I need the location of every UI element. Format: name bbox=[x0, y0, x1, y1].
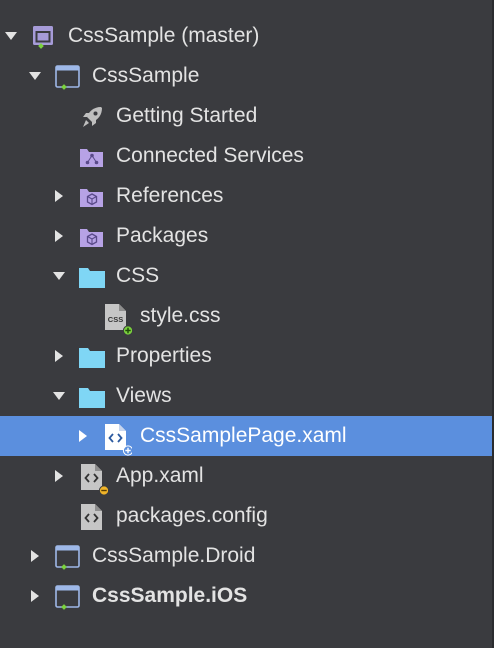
solution-tree: CssSample (master) CssSample Getting Sta… bbox=[0, 0, 492, 648]
folder-icon bbox=[78, 263, 106, 291]
disclosure-collapsed-icon[interactable] bbox=[76, 428, 90, 444]
references-icon bbox=[78, 183, 106, 211]
tree-row-label: CssSample bbox=[92, 64, 200, 87]
tree-row-csssamplepage-xaml[interactable]: CssSamplePage.xaml bbox=[0, 416, 492, 456]
tree-row-getting-started[interactable]: Getting Started bbox=[0, 96, 492, 136]
tree-row-views[interactable]: Views bbox=[0, 376, 492, 416]
css-file-icon: CSS bbox=[102, 303, 132, 336]
disclosure-expanded-icon[interactable] bbox=[4, 28, 18, 44]
tree-row-label: CssSample (master) bbox=[68, 24, 260, 47]
tree-row-label: Getting Started bbox=[116, 104, 258, 127]
config-file-icon bbox=[78, 503, 106, 531]
xaml-file-icon bbox=[102, 423, 132, 456]
tree-row-label: Connected Services bbox=[116, 144, 304, 167]
tree-row-label: App.xaml bbox=[116, 464, 204, 487]
disclosure-collapsed-icon[interactable] bbox=[52, 468, 66, 484]
tree-row-label: CssSample.Droid bbox=[92, 544, 256, 567]
tree-row-project-ios[interactable]: CssSample.iOS bbox=[0, 576, 492, 616]
tree-row-label: References bbox=[116, 184, 224, 207]
disclosure-collapsed-icon[interactable] bbox=[28, 588, 42, 604]
tree-row-project-droid[interactable]: CssSample.Droid bbox=[0, 536, 492, 576]
tree-row-label: style.css bbox=[140, 304, 221, 327]
tree-row-style-css[interactable]: CSS style.css bbox=[0, 296, 492, 336]
tree-row-packages[interactable]: Packages bbox=[0, 216, 492, 256]
project-icon bbox=[54, 63, 82, 91]
tree-row-label: CssSample.iOS bbox=[92, 584, 248, 607]
disclosure-collapsed-icon[interactable] bbox=[52, 188, 66, 204]
disclosure-collapsed-icon[interactable] bbox=[52, 228, 66, 244]
tree-row-references[interactable]: References bbox=[0, 176, 492, 216]
tree-row-label: Views bbox=[116, 384, 172, 407]
packages-icon bbox=[78, 223, 106, 251]
solution-icon bbox=[30, 23, 58, 51]
tree-row-solution[interactable]: CssSample (master) bbox=[0, 16, 492, 56]
tree-row-packages-config[interactable]: packages.config bbox=[0, 496, 492, 536]
css-file-badge: CSS bbox=[108, 315, 123, 324]
disclosure-collapsed-icon[interactable] bbox=[28, 548, 42, 564]
tree-row-label: CSS bbox=[116, 264, 160, 287]
tree-row-app-xaml[interactable]: App.xaml bbox=[0, 456, 492, 496]
disclosure-collapsed-icon[interactable] bbox=[52, 348, 66, 364]
tree-row-label: Properties bbox=[116, 344, 212, 367]
disclosure-expanded-icon[interactable] bbox=[52, 388, 66, 404]
project-icon bbox=[54, 583, 82, 611]
disclosure-expanded-icon[interactable] bbox=[28, 68, 42, 84]
folder-icon bbox=[78, 383, 106, 411]
tree-row-label: Packages bbox=[116, 224, 209, 247]
tree-row-label: CssSamplePage.xaml bbox=[140, 424, 347, 447]
tree-row-css-folder[interactable]: CSS bbox=[0, 256, 492, 296]
connected-services-icon bbox=[78, 143, 106, 171]
tree-row-properties[interactable]: Properties bbox=[0, 336, 492, 376]
tree-row-connected-services[interactable]: Connected Services bbox=[0, 136, 492, 176]
folder-icon bbox=[78, 343, 106, 371]
rocket-icon bbox=[78, 103, 106, 131]
project-icon bbox=[54, 543, 82, 571]
tree-row-label: packages.config bbox=[116, 504, 268, 527]
disclosure-expanded-icon[interactable] bbox=[52, 268, 66, 284]
tree-row-project-csssample[interactable]: CssSample bbox=[0, 56, 492, 96]
xaml-file-icon bbox=[78, 463, 108, 496]
